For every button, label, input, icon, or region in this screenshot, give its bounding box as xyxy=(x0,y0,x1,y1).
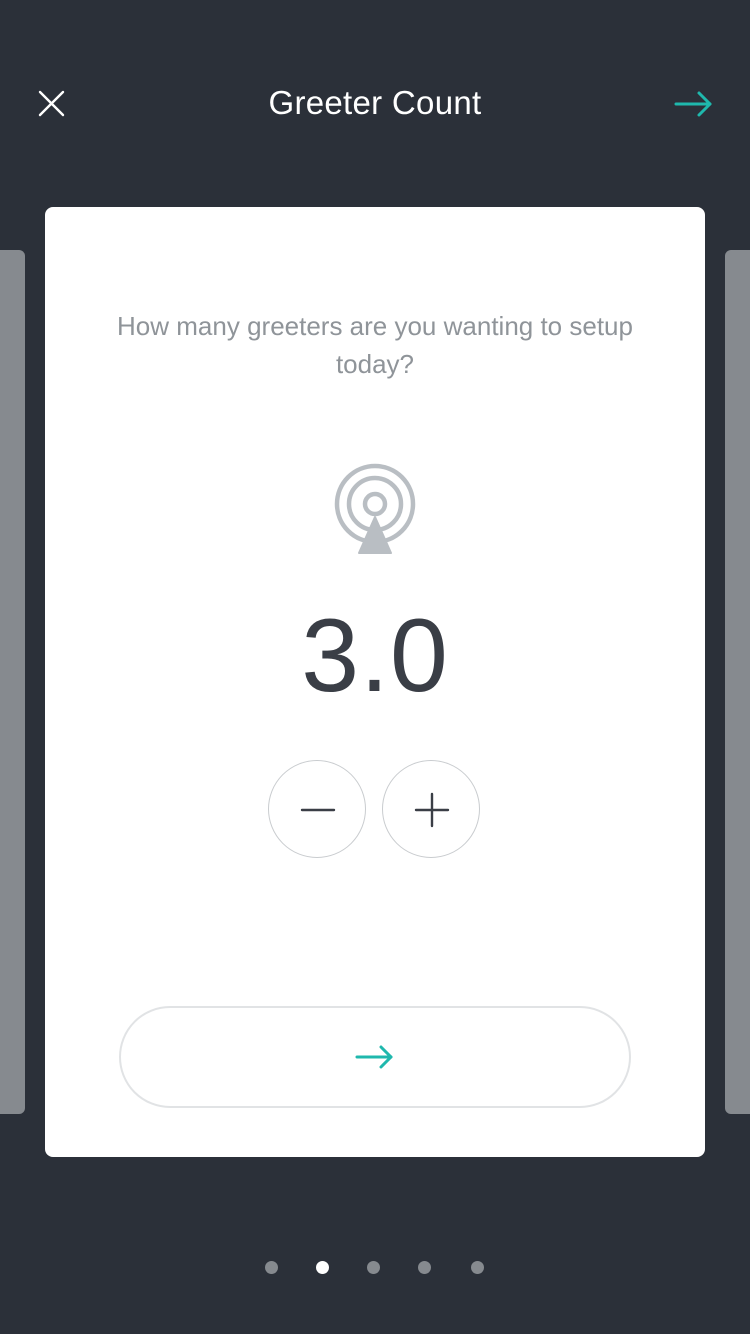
page-dot-1[interactable] xyxy=(265,1261,278,1274)
greeter-count-card: How many greeters are you wanting to set… xyxy=(45,207,705,1157)
previous-card-peek[interactable] xyxy=(0,250,25,1114)
continue-button[interactable] xyxy=(119,1006,631,1108)
arrow-right-icon xyxy=(355,1045,393,1069)
page-dot-3[interactable] xyxy=(367,1261,380,1274)
decrement-button[interactable] xyxy=(268,760,366,858)
page-indicator xyxy=(0,1261,750,1275)
beacon-icon xyxy=(332,462,418,558)
header: Greeter Count xyxy=(0,60,750,150)
minus-icon xyxy=(300,808,336,812)
arrow-right-icon xyxy=(674,91,712,117)
page-dot-2[interactable] xyxy=(316,1261,329,1274)
next-button[interactable] xyxy=(668,82,718,126)
question-text: How many greeters are you wanting to set… xyxy=(117,311,633,379)
plus-icon xyxy=(414,792,450,828)
greeter-count-value: 3.0 xyxy=(301,598,449,714)
page-dot-4[interactable] xyxy=(418,1261,431,1274)
next-card-peek[interactable] xyxy=(725,250,750,1114)
page-title: Greeter Count xyxy=(268,84,482,121)
page-dot-5[interactable] xyxy=(471,1261,484,1274)
increment-button[interactable] xyxy=(382,760,480,858)
